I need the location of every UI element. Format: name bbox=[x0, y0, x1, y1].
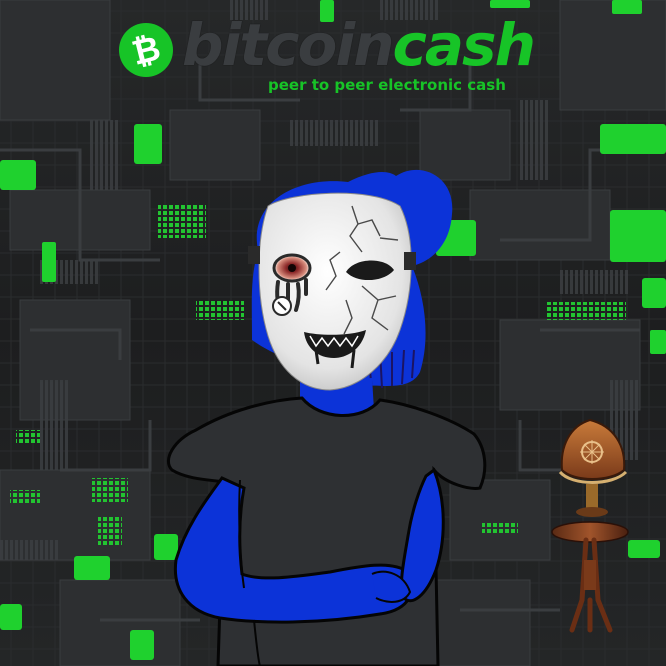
logo-tagline: peer to peer electronic cash bbox=[268, 76, 506, 94]
artwork-scene: ₿ bitcoincash peer to peer electronic ca… bbox=[0, 0, 666, 666]
logo-word-bitcoin: bitcoin bbox=[182, 11, 395, 79]
lamp-table-top bbox=[551, 521, 629, 543]
bitcoin-cash-logo: ₿ bitcoincash peer to peer electronic ca… bbox=[118, 16, 548, 102]
bitcoin-cash-icon: ₿ bbox=[119, 23, 173, 77]
logo-word-cash: cash bbox=[392, 11, 536, 79]
logo-wordmark: bitcoincash bbox=[182, 16, 536, 74]
